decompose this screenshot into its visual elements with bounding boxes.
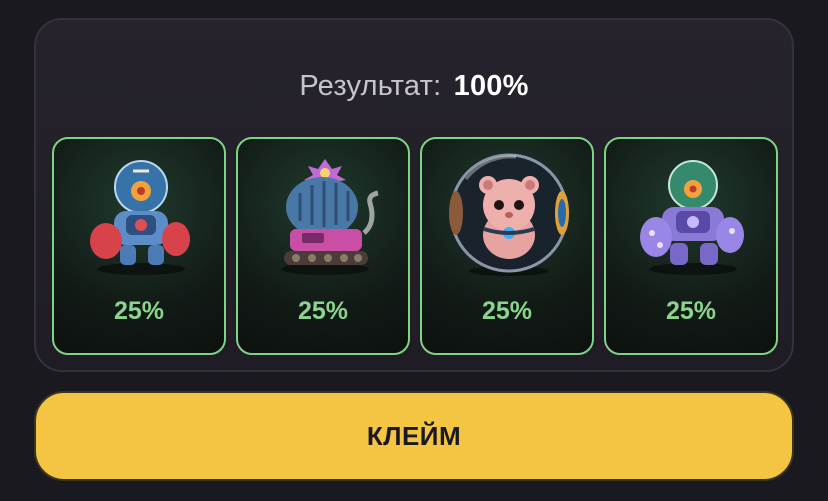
result-panel: Результат: 100% 25% 25% 25% 25% <box>34 18 794 372</box>
reward-percent: 25% <box>481 297 533 325</box>
reward-card[interactable]: 25% <box>420 137 594 355</box>
reward-cards: 25% 25% 25% 25% <box>52 137 778 355</box>
purple-robot-icon <box>640 160 744 275</box>
reward-card[interactable]: 25% <box>52 137 226 355</box>
hamster-ball-icon <box>449 153 569 276</box>
result-line: Результат: 100% <box>36 70 792 103</box>
reward-percent: 25% <box>113 297 165 325</box>
reward-card[interactable]: 25% <box>604 137 778 355</box>
astronaut-robot-icon <box>90 160 190 275</box>
cactus-tank-icon <box>281 159 379 275</box>
reward-card[interactable]: 25% <box>236 137 410 355</box>
result-value: 100% <box>453 70 529 102</box>
reward-percent: 25% <box>297 297 349 325</box>
claim-button[interactable]: КЛЕЙМ <box>34 391 794 481</box>
result-label: Результат: <box>299 70 442 102</box>
reward-percent: 25% <box>665 297 717 325</box>
